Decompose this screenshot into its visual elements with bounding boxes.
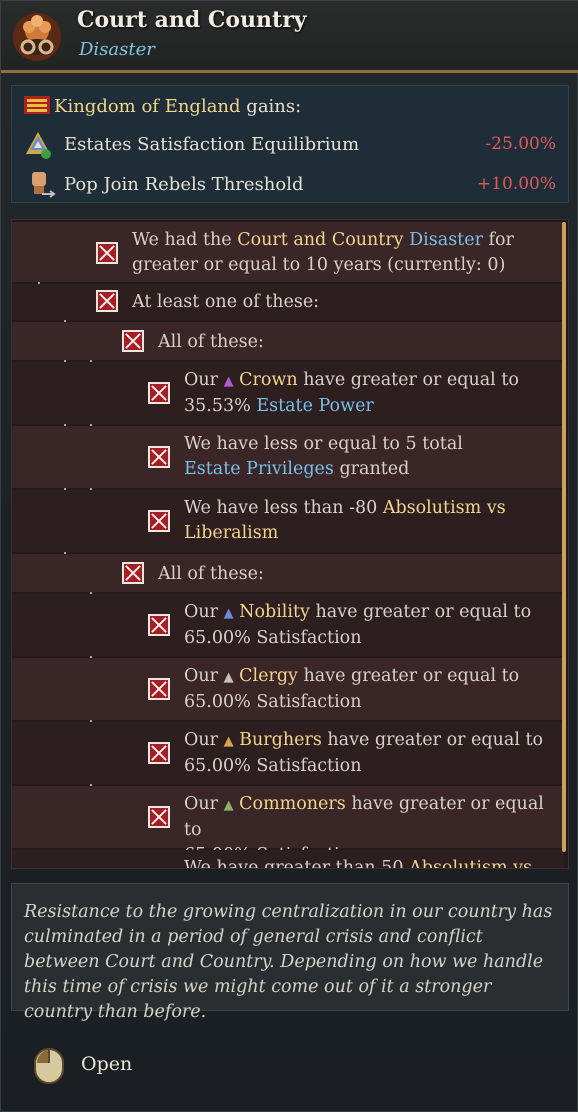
condition-text: All of these: <box>158 564 264 584</box>
estates-pyramid-icon <box>26 132 51 159</box>
estate-link[interactable]: Burghers <box>239 730 322 750</box>
failed-condition-icon <box>122 330 144 352</box>
estate-privileges-link[interactable]: Estate Privileges <box>184 459 334 479</box>
burghers-estate-icon: ▲ <box>223 734 234 749</box>
failed-condition-icon <box>148 806 170 828</box>
effect-label: Estates Satisfaction Equilibrium <box>64 133 360 155</box>
condition-row: We have less than -80 Absolutism vs Libe… <box>12 490 564 552</box>
gains-label: gains: <box>246 95 302 117</box>
court-country-disaster-icon <box>13 13 61 61</box>
failed-condition-icon <box>148 742 170 764</box>
country-link[interactable]: Kingdom of England <box>54 96 241 117</box>
condition-row: We have greater than 50 Absolutism vs <box>12 850 564 868</box>
condition-row: All of these: <box>12 322 564 360</box>
condition-row: Our ▲ Nobility have greater or equal to … <box>12 594 564 656</box>
failed-condition-icon <box>96 290 118 312</box>
condition-row: Our ▲ Burghers have greater or equal to … <box>12 722 564 784</box>
scrollbar[interactable] <box>562 222 566 852</box>
failed-condition-icon <box>148 382 170 404</box>
absolutism-link[interactable]: Absolutism vs <box>383 498 506 518</box>
disaster-description: Resistance to the growing centralization… <box>11 883 569 1022</box>
disaster-link[interactable]: Court and Country <box>237 230 403 250</box>
commoners-estate-icon: ▲ <box>223 798 234 813</box>
estate-link[interactable]: Commoners <box>239 794 346 814</box>
estate-link[interactable]: Nobility <box>239 602 310 622</box>
mouse-left-click-icon <box>34 1048 64 1084</box>
disaster-type-link[interactable]: Disaster <box>409 230 483 250</box>
liberalism-link[interactable]: Liberalism <box>184 523 278 543</box>
estate-link[interactable]: Clergy <box>239 666 298 686</box>
effect-row: Pop Join Rebels Threshold +10.00% <box>12 166 568 202</box>
page-subtitle[interactable]: Disaster <box>79 39 155 60</box>
effect-value: -25.00% <box>485 134 556 154</box>
failed-condition-icon <box>148 446 170 468</box>
failed-condition-icon <box>148 510 170 532</box>
england-flag-icon <box>24 96 50 114</box>
effects-box: Kingdom of England gains: Estates Satisf… <box>11 85 569 203</box>
condition-row: We had the Court and Country Disaster fo… <box>12 222 564 282</box>
rebel-fist-icon <box>32 172 56 198</box>
open-action-label[interactable]: Open <box>81 1053 132 1075</box>
condition-row: All of these: <box>12 554 564 592</box>
condition-row: Our ▲ Crown have greater or equal to 35.… <box>12 362 564 424</box>
effect-value: +10.00% <box>476 174 556 194</box>
clergy-estate-icon: ▲ <box>223 670 234 685</box>
absolutism-link[interactable]: Absolutism vs <box>409 858 532 868</box>
failed-condition-icon <box>96 242 118 264</box>
condition-text: At least one of these: <box>132 292 320 312</box>
failed-condition-icon <box>122 562 144 584</box>
disaster-tooltip-panel: Court and Country Disaster Kingdom of En… <box>0 0 578 1112</box>
conditions-list[interactable]: We had the Court and Country Disaster fo… <box>11 219 569 869</box>
crown-estate-icon: ▲ <box>223 374 234 389</box>
condition-text: All of these: <box>158 332 264 352</box>
effect-label: Pop Join Rebels Threshold <box>64 173 304 195</box>
failed-condition-icon <box>148 678 170 700</box>
condition-row: Our ▲ Commoners have greater or equal to… <box>12 786 564 865</box>
condition-row: Our ▲ Clergy have greater or equal to 65… <box>12 658 564 720</box>
tooltip-header: Court and Country Disaster <box>1 1 578 73</box>
page-title: Court and Country <box>77 7 307 33</box>
failed-condition-icon <box>148 614 170 636</box>
condition-row: At least one of these: <box>12 284 564 320</box>
estate-power-link[interactable]: Estate Power <box>256 396 373 416</box>
effects-header-row: Kingdom of England gains: <box>12 88 568 124</box>
effect-row: Estates Satisfaction Equilibrium -25.00% <box>12 126 568 162</box>
estate-link[interactable]: Crown <box>239 370 298 390</box>
condition-row: We have less or equal to 5 total Estate … <box>12 426 564 488</box>
nobility-estate-icon: ▲ <box>223 606 234 621</box>
